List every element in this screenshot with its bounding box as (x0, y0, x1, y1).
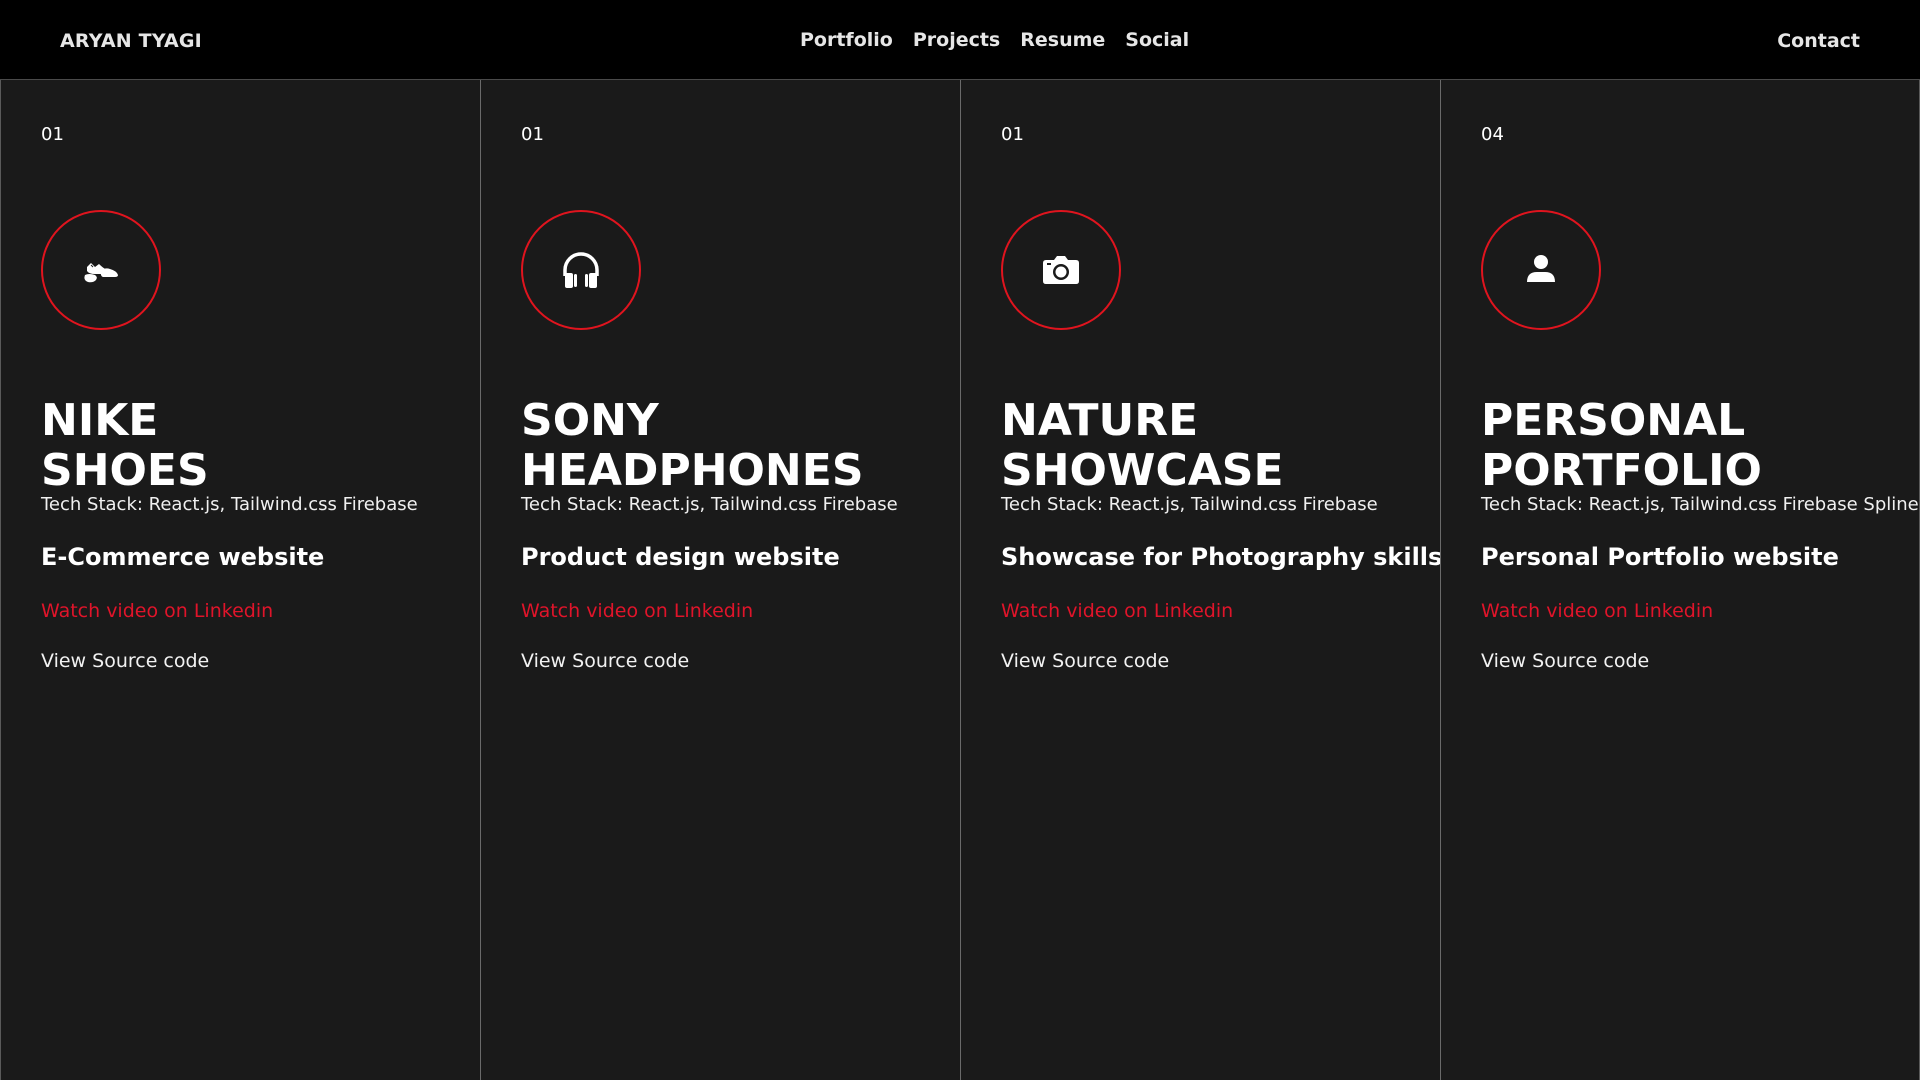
headphones-icon (563, 252, 599, 288)
project-title: NATURE SHOWCASE (1001, 396, 1284, 496)
view-source-link[interactable]: View Source code (521, 650, 689, 672)
brand-logo[interactable]: ARYAN TYAGI (60, 0, 202, 80)
project-title-line2: HEADPHONES (521, 445, 864, 496)
icon-circle (1481, 210, 1601, 330)
project-card-nike-shoes: 01 NIKE SHOES Tech Stack: React.js, Tail… (0, 80, 480, 1080)
project-card-sony-headphones: 01 SONY HEADPHONES Tech Stack: React.js,… (480, 80, 960, 1080)
tech-stack: Tech Stack: React.js, Tailwind.css Fireb… (41, 494, 418, 515)
project-description: E-Commerce website (41, 543, 325, 571)
nav-projects[interactable]: Projects (913, 0, 1000, 80)
nav-resume[interactable]: Resume (1020, 0, 1105, 80)
shoes-icon (84, 263, 118, 283)
tech-stack: Tech Stack: React.js, Tailwind.css Fireb… (1001, 494, 1378, 515)
project-description: Showcase for Photography skills (1001, 543, 1440, 571)
watch-video-link[interactable]: Watch video on Linkedin (1001, 600, 1233, 622)
project-number: 04 (1481, 124, 1504, 145)
project-title-line1: NIKE (41, 395, 159, 446)
watch-video-link[interactable]: Watch video on Linkedin (1481, 600, 1713, 622)
nav-portfolio[interactable]: Portfolio (800, 0, 893, 80)
view-source-link[interactable]: View Source code (1001, 650, 1169, 672)
project-title: PERSONAL PORTFOLIO (1481, 396, 1762, 496)
project-title-line1: PERSONAL (1481, 395, 1746, 446)
project-description: Product design website (521, 543, 840, 571)
project-title-line2: PORTFOLIO (1481, 445, 1762, 496)
icon-circle (1001, 210, 1121, 330)
navbar: ARYAN TYAGI Portfolio Projects Resume So… (0, 0, 1920, 80)
project-title: SONY HEADPHONES (521, 396, 864, 496)
tech-stack: Tech Stack: React.js, Tailwind.css Fireb… (521, 494, 898, 515)
project-title-line2: SHOWCASE (1001, 445, 1284, 496)
project-card-nature-showcase: 01 NATURE SHOWCASE Tech Stack: React.js,… (960, 80, 1440, 1080)
tech-stack: Tech Stack: React.js, Tailwind.css Fireb… (1481, 494, 1920, 515)
user-icon (1527, 255, 1555, 282)
icon-circle (41, 210, 161, 330)
project-title-line2: SHOES (41, 445, 209, 496)
project-number: 01 (41, 124, 64, 145)
view-source-link[interactable]: View Source code (41, 650, 209, 672)
projects-grid: 01 NIKE SHOES Tech Stack: React.js, Tail… (0, 80, 1920, 1080)
project-title-line1: NATURE (1001, 395, 1199, 446)
project-number: 01 (1001, 124, 1024, 145)
camera-icon (1043, 256, 1079, 284)
view-source-link[interactable]: View Source code (1481, 650, 1649, 672)
nav-links: Portfolio Projects Resume Social (800, 0, 1189, 80)
project-card-personal-portfolio: 04 PERSONAL PORTFOLIO Tech Stack: React.… (1440, 80, 1920, 1080)
project-description: Personal Portfolio website (1481, 543, 1839, 571)
watch-video-link[interactable]: Watch video on Linkedin (41, 600, 273, 622)
nav-contact[interactable]: Contact (1777, 0, 1860, 80)
project-title: NIKE SHOES (41, 396, 209, 496)
project-title-line1: SONY (521, 395, 659, 446)
project-number: 01 (521, 124, 544, 145)
nav-social[interactable]: Social (1125, 0, 1189, 80)
icon-circle (521, 210, 641, 330)
watch-video-link[interactable]: Watch video on Linkedin (521, 600, 753, 622)
